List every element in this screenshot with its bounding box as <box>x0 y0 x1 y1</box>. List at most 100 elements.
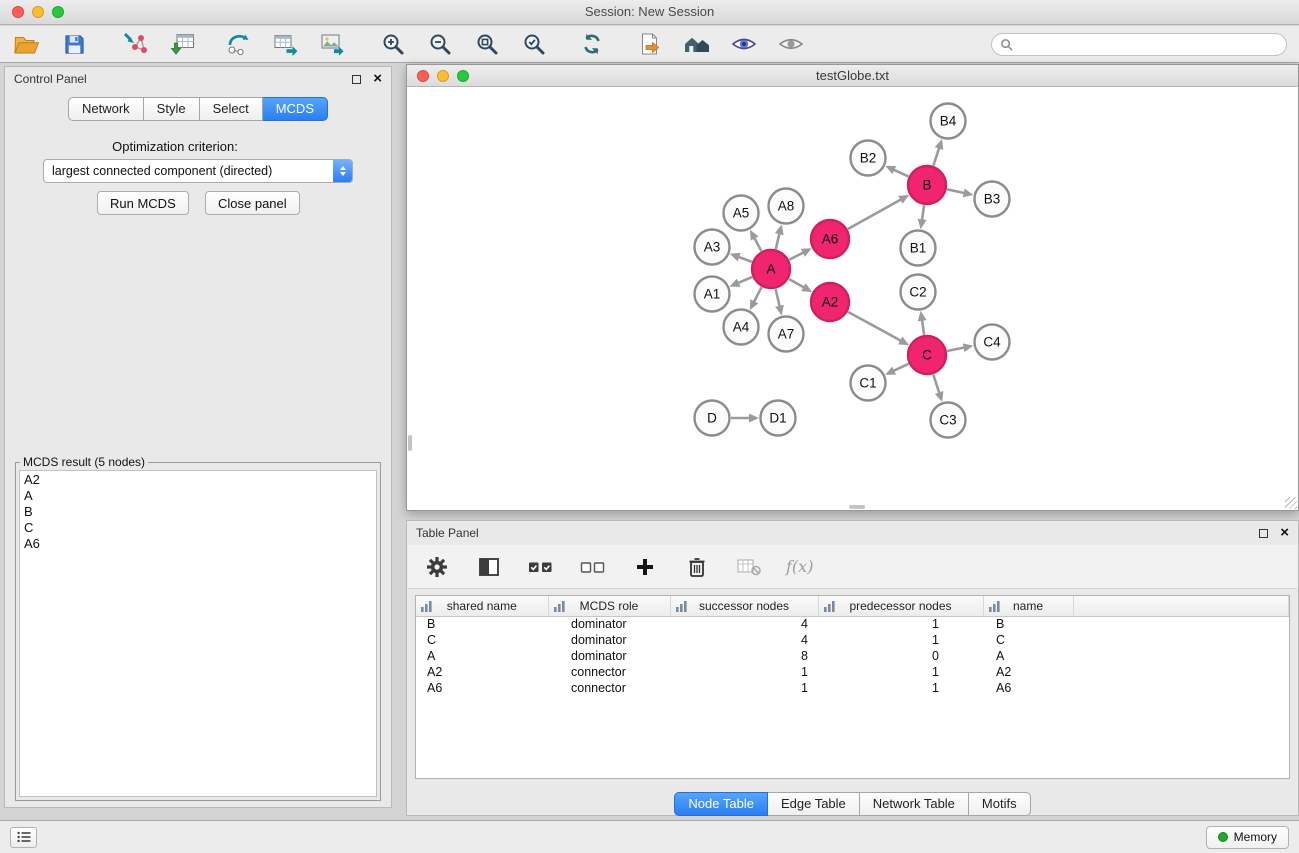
column-header[interactable]: shared name <box>416 596 548 616</box>
table-row[interactable]: A6connector11A6 <box>416 680 1289 696</box>
graph-edge[interactable] <box>922 205 924 220</box>
open-session-button[interactable] <box>12 29 42 59</box>
close-panel-button[interactable]: Close panel <box>205 191 300 215</box>
graph-node-label: A2 <box>822 295 839 310</box>
search-box[interactable] <box>991 33 1287 56</box>
tab-network-table[interactable]: Network Table <box>860 792 969 816</box>
graph-node-label: B4 <box>940 114 957 129</box>
import-table-button[interactable] <box>168 29 198 59</box>
network-view-canvas[interactable]: B4B2BB3A5A8A6B1A3AC2A1A2A4A7CC4C1C3DD1 <box>407 87 1298 510</box>
table-settings-button[interactable] <box>422 552 452 582</box>
export-network-button[interactable] <box>224 29 254 59</box>
graph-edge[interactable] <box>893 364 909 371</box>
horizontal-scroll-thumb[interactable] <box>849 505 865 509</box>
column-header[interactable]: predecessor nodes <box>818 596 983 616</box>
graph-edge[interactable] <box>754 237 761 251</box>
mcds-result-item[interactable]: A <box>24 488 372 504</box>
delete-table-icon <box>737 557 761 577</box>
show-columns-button[interactable] <box>474 552 504 582</box>
deselect-all-columns-button[interactable] <box>578 552 608 582</box>
graph-edge[interactable] <box>933 147 939 165</box>
mcds-result-item[interactable]: C <box>24 520 372 536</box>
zoom-in-button[interactable] <box>378 29 408 59</box>
graph-edge[interactable] <box>776 289 780 307</box>
close-panel-icon[interactable]: × <box>373 73 382 85</box>
function-builder-button[interactable]: f(x) <box>786 557 813 576</box>
graph-edge[interactable] <box>947 347 965 351</box>
tab-select[interactable]: Select <box>200 97 263 121</box>
import-network-button[interactable] <box>121 29 151 59</box>
graph-node-label: C4 <box>983 335 1001 350</box>
apply-layout-button[interactable] <box>577 29 607 59</box>
graph-edge[interactable] <box>789 279 805 288</box>
column-header[interactable]: successor nodes <box>670 596 818 616</box>
export-image-button[interactable] <box>318 29 348 59</box>
table-row[interactable]: A2connector11A2 <box>416 664 1289 680</box>
column-header[interactable]: name <box>983 596 1073 616</box>
network-window-titlebar[interactable]: testGlobe.txt <box>407 65 1298 87</box>
tab-node-table[interactable]: Node Table <box>674 792 768 816</box>
tab-mcds[interactable]: MCDS <box>263 97 328 121</box>
graph-edge[interactable] <box>737 277 752 283</box>
table-row[interactable]: Adominator80A <box>416 648 1289 664</box>
mcds-result-list[interactable]: A2ABCA6 <box>19 470 377 797</box>
home-button[interactable] <box>682 29 712 59</box>
zoom-fit-button[interactable] <box>472 29 502 59</box>
memory-button[interactable]: Memory <box>1206 826 1289 849</box>
graph-edge[interactable] <box>893 169 908 176</box>
save-session-button[interactable] <box>59 29 89 59</box>
column-header[interactable]: MCDS role <box>548 596 670 616</box>
main-toolbar <box>0 26 1299 63</box>
graph-edge[interactable] <box>922 319 924 334</box>
graph-edge[interactable] <box>933 375 939 394</box>
table-toolbar: f(x) <box>408 545 1297 589</box>
graph-node-label: A <box>766 262 775 277</box>
graph-edge[interactable] <box>789 252 804 260</box>
table-row[interactable]: Bdominator41B <box>416 616 1289 632</box>
table-row[interactable]: Cdominator41C <box>416 632 1289 648</box>
show-graphics-details-button[interactable] <box>776 29 806 59</box>
run-mcds-button[interactable]: Run MCDS <box>97 191 189 215</box>
mcds-result-item[interactable]: B <box>24 504 372 520</box>
zoom-fit-icon <box>475 32 499 56</box>
tab-edge-table[interactable]: Edge Table <box>768 792 860 816</box>
mcds-result-item[interactable]: A2 <box>24 472 372 488</box>
delete-column-button[interactable] <box>682 552 712 582</box>
tab-network[interactable]: Network <box>68 97 144 121</box>
graph-edge[interactable] <box>848 312 902 341</box>
vertical-scroll-thumb[interactable] <box>408 435 412 451</box>
graph-edge[interactable] <box>738 257 752 262</box>
close-table-panel-icon[interactable]: × <box>1280 527 1289 539</box>
network-graph[interactable]: B4B2BB3A5A8A6B1A3AC2A1A2A4A7CC4C1C3DD1 <box>407 87 1298 511</box>
tab-motifs[interactable]: Motifs <box>969 792 1031 816</box>
graph-node-label: A7 <box>778 327 795 342</box>
float-panel-icon[interactable] <box>352 75 361 84</box>
graph-node-label: B3 <box>984 192 1001 207</box>
memory-label: Memory <box>1234 830 1277 844</box>
export-document-button[interactable] <box>635 29 665 59</box>
create-column-button[interactable] <box>630 552 660 582</box>
table-panel-title: Table Panel <box>416 526 479 540</box>
select-all-columns-button[interactable] <box>526 552 556 582</box>
mcds-result-item[interactable]: A6 <box>24 536 372 552</box>
float-table-panel-icon[interactable] <box>1259 529 1268 538</box>
graph-edge[interactable] <box>776 233 780 249</box>
eye-icon <box>778 32 804 56</box>
delete-table-button[interactable] <box>734 552 764 582</box>
optimization-criterion-select[interactable]: largest connected component (directed) <box>43 159 353 183</box>
status-menu-button[interactable] <box>10 827 37 848</box>
zoom-out-button[interactable] <box>425 29 455 59</box>
checked-boxes-icon <box>528 558 554 576</box>
graph-edge[interactable] <box>754 287 762 302</box>
search-input[interactable] <box>1018 37 1278 51</box>
graph-edge[interactable] <box>848 199 902 229</box>
resize-grip-icon[interactable] <box>1285 497 1297 509</box>
graph-edge[interactable] <box>947 189 965 193</box>
zoom-selected-button[interactable] <box>519 29 549 59</box>
gear-icon <box>426 556 448 578</box>
graph-node-label: C2 <box>909 285 926 300</box>
visual-styles-button[interactable] <box>729 29 759 59</box>
tab-style[interactable]: Style <box>144 97 200 121</box>
graph-node-label: B1 <box>910 241 927 256</box>
export-table-button[interactable] <box>271 29 301 59</box>
